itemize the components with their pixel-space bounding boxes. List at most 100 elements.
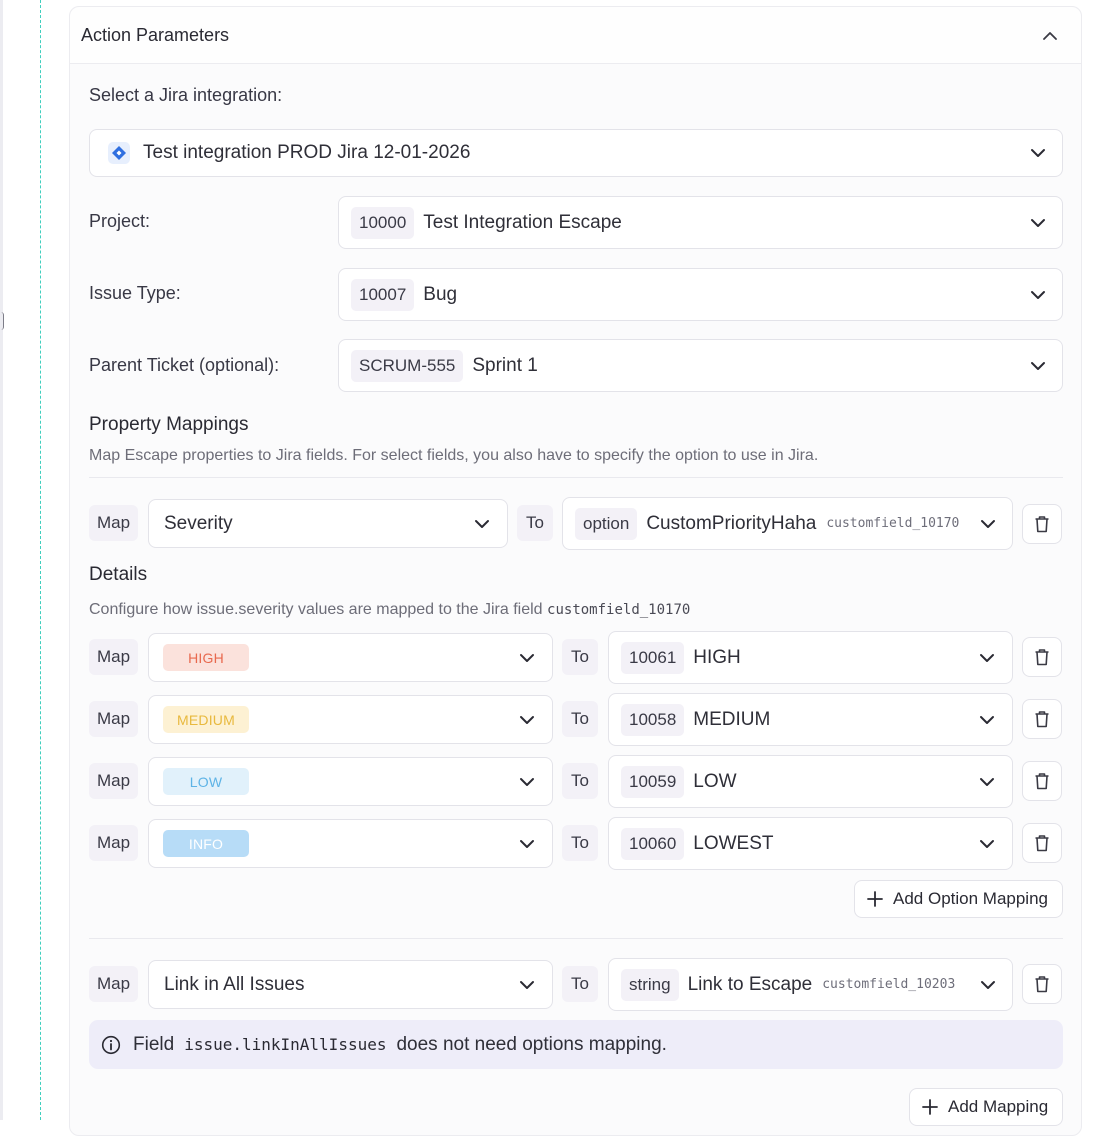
chevron-down-icon <box>520 715 534 724</box>
trash-icon <box>1035 835 1049 852</box>
delete-option-mapping-button[interactable] <box>1022 761 1062 801</box>
to-label: To <box>562 639 598 675</box>
property-mappings-description: Map Escape properties to Jira fields. Fo… <box>89 447 819 464</box>
chevron-down-icon <box>520 777 534 786</box>
severity-badge: MEDIUM <box>163 706 249 733</box>
target-field-select[interactable]: string Link to Escape customfield_10203 <box>608 958 1013 1011</box>
delete-mapping-button[interactable] <box>1022 504 1062 544</box>
left-edge-tick <box>0 312 4 330</box>
severity-select[interactable]: INFO <box>148 819 553 868</box>
details-title: Details <box>89 564 148 585</box>
left-edge-strip <box>0 0 3 1120</box>
parent-ticket-select[interactable]: SCRUM-555 Sprint 1 <box>338 339 1063 392</box>
trash-icon <box>1035 711 1049 728</box>
integration-select[interactable]: Test integration PROD Jira 12-01-2026 <box>89 129 1063 177</box>
target-field-name: CustomPriorityHaha <box>646 512 817 534</box>
jira-option-name: LOW <box>693 770 737 792</box>
add-option-mapping-label: Add Option Mapping <box>893 889 1048 908</box>
delete-mapping-button[interactable] <box>1022 964 1062 1004</box>
info-field-code: issue.linkInAllIssues <box>184 1035 387 1054</box>
trash-icon <box>1035 976 1049 993</box>
divider <box>89 938 1063 939</box>
jira-option-name: LOWEST <box>693 832 774 854</box>
issue-type-select[interactable]: 10007 Bug <box>338 268 1063 321</box>
severity-select[interactable]: HIGH <box>148 633 553 682</box>
jira-diamond-icon <box>108 142 130 164</box>
info-prefix: Field <box>133 1033 175 1055</box>
to-label: To <box>562 763 598 799</box>
map-label: Map <box>89 763 138 799</box>
severity-badge: INFO <box>163 830 249 857</box>
jira-option-select[interactable]: 10061 HIGH <box>608 631 1013 684</box>
chevron-down-icon <box>980 777 994 786</box>
target-field-select[interactable]: option CustomPriorityHaha customfield_10… <box>562 497 1013 550</box>
project-name: Test Integration Escape <box>423 211 622 233</box>
chevron-down-icon <box>1031 218 1045 227</box>
project-id-chip: 10000 <box>351 206 415 239</box>
jira-option-select[interactable]: 10060 LOWEST <box>608 817 1013 870</box>
chevron-down-icon <box>1031 290 1045 299</box>
to-label: To <box>562 966 598 1002</box>
issue-type-label: Issue Type: <box>89 283 181 303</box>
jira-option-select[interactable]: 10059 LOW <box>608 755 1013 808</box>
issue-type-id-chip: 10007 <box>351 278 415 311</box>
add-option-mapping-button[interactable]: Add Option Mapping <box>854 880 1063 918</box>
project-label: Project: <box>89 211 151 231</box>
severity-badge: HIGH <box>163 644 249 671</box>
details-description-text: Configure how issue.severity values are … <box>89 601 543 618</box>
chevron-down-icon <box>520 653 534 662</box>
chevron-down-icon <box>1031 149 1045 157</box>
info-suffix: does not need options mapping. <box>396 1033 667 1055</box>
trash-icon <box>1035 773 1049 790</box>
chevron-down-icon <box>520 980 534 989</box>
delete-option-mapping-button[interactable] <box>1022 823 1062 863</box>
map-label: Map <box>89 639 138 675</box>
chevron-up-icon[interactable] <box>1039 24 1061 46</box>
to-label: To <box>562 701 598 737</box>
severity-select[interactable]: LOW <box>148 757 553 806</box>
jira-option-id-chip: 10060 <box>621 827 685 860</box>
jira-option-name: MEDIUM <box>693 708 771 730</box>
jira-option-id-chip: 10061 <box>621 641 685 674</box>
trash-icon <box>1035 649 1049 666</box>
trash-icon <box>1035 516 1049 533</box>
target-field-name: Link to Escape <box>687 973 813 995</box>
panel-title: Action Parameters <box>81 24 230 45</box>
to-label: To <box>562 825 598 861</box>
flow-connector-line <box>40 0 41 1120</box>
divider <box>89 477 1063 478</box>
source-property-select[interactable]: Link in All Issues <box>148 960 553 1009</box>
map-label: Map <box>89 505 138 541</box>
source-property-select[interactable]: Severity <box>148 499 508 548</box>
project-select[interactable]: 10000 Test Integration Escape <box>338 196 1063 249</box>
integration-value: Test integration PROD Jira 12-01-2026 <box>143 142 471 163</box>
source-property-value: Severity <box>164 512 233 534</box>
plus-icon <box>867 891 883 907</box>
chevron-down-icon <box>981 519 995 528</box>
chevron-down-icon <box>1031 361 1045 370</box>
plus-icon <box>922 1099 938 1115</box>
jira-option-select[interactable]: 10058 MEDIUM <box>608 693 1013 746</box>
severity-badge: LOW <box>163 768 249 795</box>
panel-header[interactable]: Action Parameters <box>70 7 1081 64</box>
info-icon <box>101 1035 121 1055</box>
add-mapping-button[interactable]: Add Mapping <box>909 1088 1063 1126</box>
chevron-down-icon <box>980 715 994 724</box>
property-mappings-title: Property Mappings <box>89 414 249 435</box>
to-label: To <box>517 505 553 541</box>
map-label: Map <box>89 701 138 737</box>
map-label: Map <box>89 966 138 1002</box>
details-field-code: customfield_10170 <box>547 602 691 618</box>
target-field-code: customfield_10203 <box>822 977 956 992</box>
chevron-down-icon <box>980 653 994 662</box>
parent-ticket-name: Sprint 1 <box>472 354 538 376</box>
target-type-chip: option <box>575 507 638 540</box>
delete-option-mapping-button[interactable] <box>1022 699 1062 739</box>
add-mapping-label: Add Mapping <box>948 1097 1049 1116</box>
jira-option-id-chip: 10058 <box>621 703 685 736</box>
integration-label: Select a Jira integration: <box>89 85 283 105</box>
jira-option-name: HIGH <box>693 646 741 668</box>
details-description: Configure how issue.severity values are … <box>89 601 690 619</box>
severity-select[interactable]: MEDIUM <box>148 695 553 744</box>
delete-option-mapping-button[interactable] <box>1022 637 1062 677</box>
